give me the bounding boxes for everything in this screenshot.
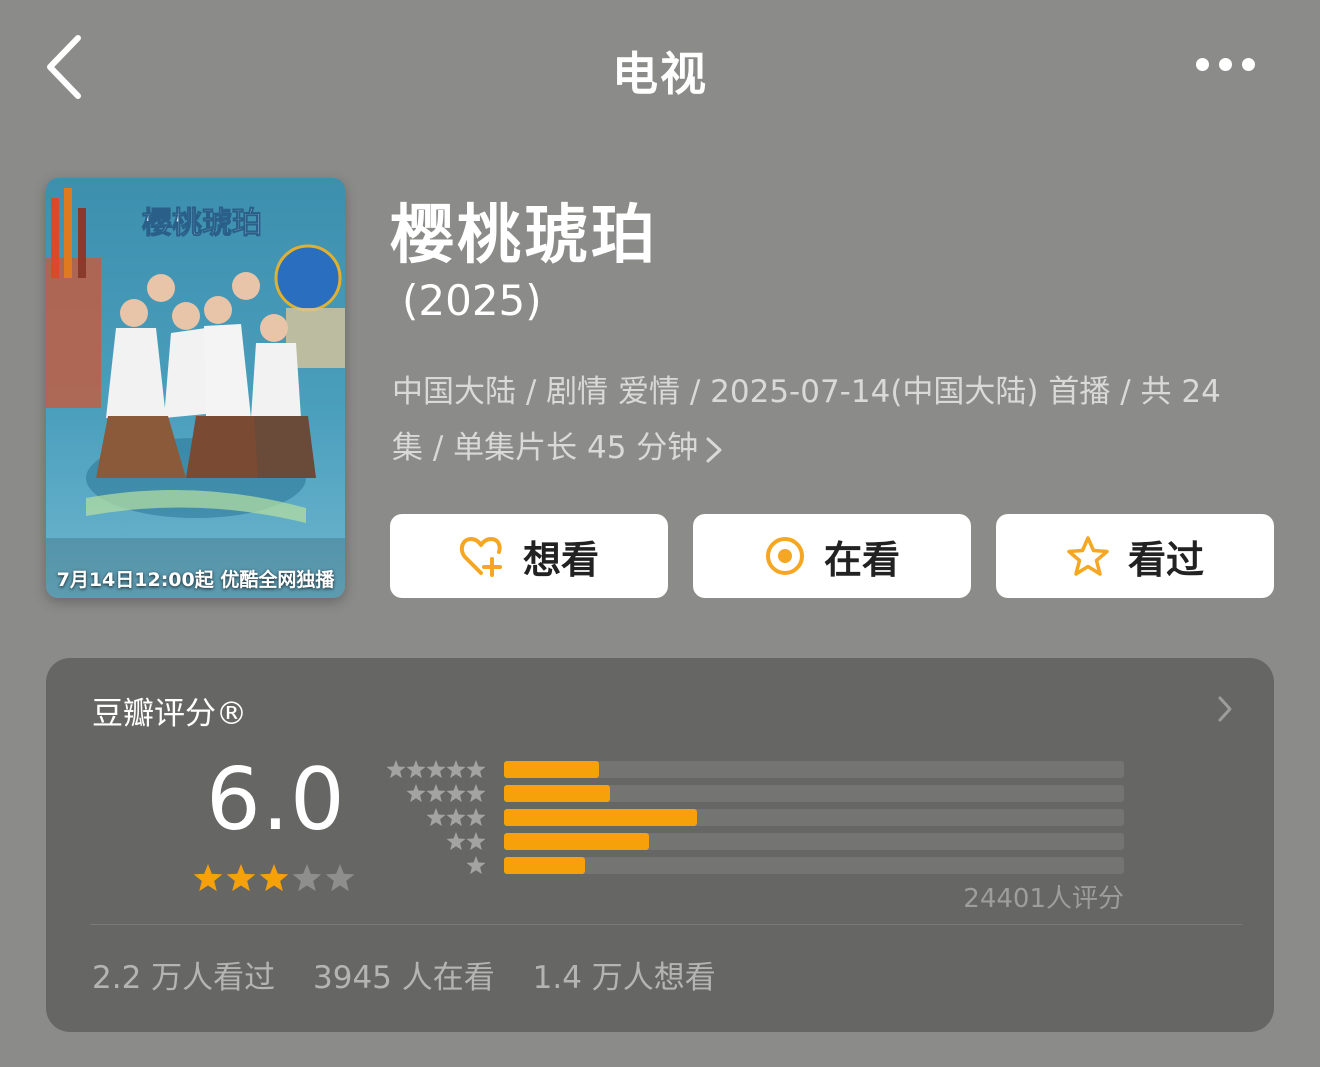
watched-count: 2.2 万人看过 xyxy=(92,960,276,996)
star-empty-icon xyxy=(325,864,355,892)
rating-bar-3-star xyxy=(504,809,1124,826)
rating-score: 6.0 xyxy=(206,750,346,850)
distribution-star-icon xyxy=(446,832,466,851)
rating-bar-1-star xyxy=(504,857,1124,874)
chevron-right-icon[interactable] xyxy=(1216,694,1234,724)
star-filled-icon xyxy=(194,864,223,892)
rating-bar-5-star xyxy=(504,761,1124,778)
show-title: 樱桃琥珀 xyxy=(390,199,658,273)
want-count: 1.4 万人想看 xyxy=(532,960,716,996)
page-title: 电视 xyxy=(612,47,708,101)
rating-bar-fill xyxy=(504,809,697,826)
top-nav-bar: 电视 xyxy=(0,0,1320,140)
rating-bar-fill xyxy=(504,761,599,778)
distribution-star-icon xyxy=(406,784,426,803)
target-circle-icon xyxy=(765,537,804,575)
watched-button[interactable]: 看过 xyxy=(996,514,1274,598)
rating-stars xyxy=(194,864,355,892)
rating-bar-2-star xyxy=(504,833,1124,850)
poster-caption: 7月14日12:00起 优酷全网独播 xyxy=(56,569,335,591)
distribution-star-icon xyxy=(426,808,446,827)
star-filled-icon xyxy=(226,864,256,892)
douban-rating-card[interactable]: 豆瓣评分® 6.0 24401人评分 2.2 万人看过 3945 人在看 1.4… xyxy=(46,658,1274,1032)
watched-label: 看过 xyxy=(1127,537,1204,582)
poster-logo: 樱桃琥珀 xyxy=(142,207,262,240)
show-meta-info[interactable]: 中国大陆 / 剧情 爱情 / 2025-07-14(中国大陆) 首播 / 共 2… xyxy=(392,364,1252,476)
distribution-star-icon xyxy=(466,808,486,827)
distribution-star-icon xyxy=(406,760,426,779)
poster-image[interactable]: 樱桃琥珀 7月14日12:00起 优酷全网独播 xyxy=(46,178,345,598)
distribution-star-icon xyxy=(466,784,486,803)
star-filled-icon xyxy=(259,864,289,892)
rating-bar-4-star xyxy=(504,785,1124,802)
rating-bar-fill xyxy=(504,785,610,802)
meta-line-1: 中国大陆 / 剧情 爱情 / 2025-07-14(中国大陆) 首播 / 共 2… xyxy=(392,374,1221,410)
rating-title: 豆瓣评分® xyxy=(92,696,247,732)
heart-plus-icon xyxy=(459,537,502,577)
rating-bar-fill xyxy=(504,857,586,874)
poster-artwork: 樱桃琥珀 xyxy=(46,178,345,598)
audience-stats: 2.2 万人看过 3945 人在看 1.4 万人想看 xyxy=(92,952,744,997)
distribution-star-labels xyxy=(386,760,486,875)
distribution-star-icon xyxy=(426,784,446,803)
rating-count: 24401人评分 xyxy=(963,884,1124,914)
meta-line-2: 集 / 单集片长 45 分钟 xyxy=(392,430,699,466)
distribution-star-icon xyxy=(466,760,486,779)
watching-label: 在看 xyxy=(823,537,900,582)
distribution-star-icon xyxy=(386,760,406,779)
watching-button[interactable]: 在看 xyxy=(693,514,971,598)
star-empty-icon xyxy=(292,864,322,892)
distribution-star-icon xyxy=(426,760,446,779)
more-options-button[interactable] xyxy=(1196,56,1268,80)
want-to-watch-button[interactable]: 想看 xyxy=(390,514,668,598)
distribution-star-icon xyxy=(446,784,466,803)
watching-count: 3945 人在看 xyxy=(313,960,495,996)
show-year: (2025) xyxy=(402,276,542,325)
distribution-star-icon xyxy=(466,856,486,875)
chevron-right-icon xyxy=(706,437,722,462)
more-dots-icon xyxy=(1196,58,1209,71)
rating-bar-fill xyxy=(504,833,650,850)
meta-line-2-wrap: 集 / 单集片长 45 分钟 xyxy=(392,420,1252,476)
distribution-star-icon xyxy=(446,760,466,779)
want-label: 想看 xyxy=(522,537,599,582)
distribution-star-icon xyxy=(466,832,486,851)
star-outline-icon xyxy=(1067,536,1109,576)
divider xyxy=(90,924,1242,925)
distribution-star-icon xyxy=(446,808,466,827)
